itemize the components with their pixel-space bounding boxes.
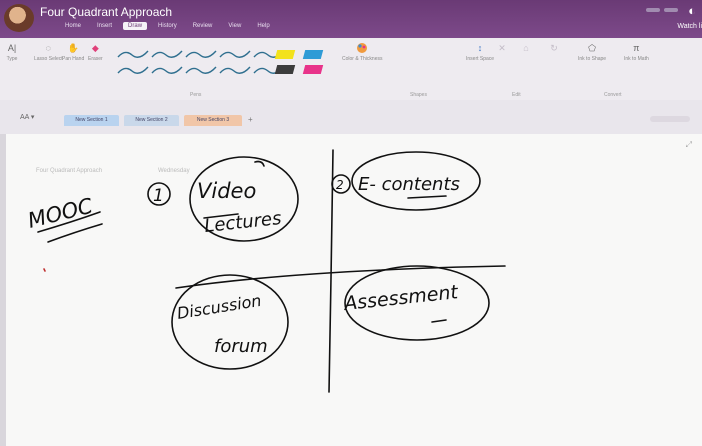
contents-underline	[407, 195, 447, 199]
onenote-window: Four Quadrant Approach Home Insert Draw …	[0, 0, 702, 446]
label-number-2: 2	[336, 178, 344, 192]
label-mooc: MOOC	[25, 194, 95, 233]
label-number-1: 1	[153, 186, 164, 206]
ink-layer: MOOC 1 Video Lectures 2 E- contents Disc…	[25, 149, 506, 393]
stray-dot	[43, 268, 46, 272]
assessment-mark	[431, 319, 447, 323]
label-video: Video	[197, 179, 256, 203]
label-lectures: Lectures	[203, 208, 282, 237]
label-discussion: Discussion	[176, 291, 263, 323]
label-forum: forum	[214, 336, 268, 357]
video-tick	[254, 160, 265, 167]
label-assessment: Assessment	[341, 281, 460, 315]
label-e-contents: E- contents	[358, 174, 460, 195]
